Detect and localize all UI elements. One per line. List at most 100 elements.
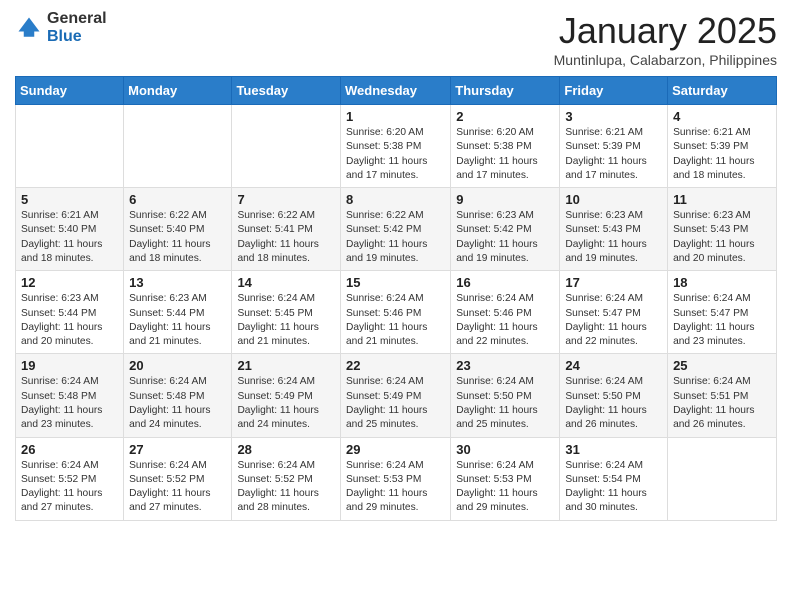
day-info: Sunrise: 6:24 AMSunset: 5:49 PMDaylight:…: [346, 376, 427, 430]
calendar-week-1: 1 Sunrise: 6:20 AMSunset: 5:38 PMDayligh…: [16, 105, 777, 188]
table-cell: 5 Sunrise: 6:21 AMSunset: 5:40 PMDayligh…: [16, 188, 124, 271]
day-info: Sunrise: 6:24 AMSunset: 5:47 PMDaylight:…: [673, 293, 754, 347]
logo-blue-text: Blue: [47, 28, 107, 46]
table-cell: 25 Sunrise: 6:24 AMSunset: 5:51 PMDaylig…: [668, 354, 777, 437]
day-info: Sunrise: 6:23 AMSunset: 5:44 PMDaylight:…: [129, 293, 210, 347]
calendar-header-row: Sunday Monday Tuesday Wednesday Thursday…: [16, 77, 777, 105]
day-info: Sunrise: 6:22 AMSunset: 5:41 PMDaylight:…: [237, 210, 318, 264]
logo-text: General Blue: [47, 10, 107, 45]
day-info: Sunrise: 6:24 AMSunset: 5:52 PMDaylight:…: [129, 460, 210, 514]
day-number: 24: [565, 358, 662, 373]
table-cell: 6 Sunrise: 6:22 AMSunset: 5:40 PMDayligh…: [124, 188, 232, 271]
title-area: January 2025 Muntinlupa, Calabarzon, Phi…: [554, 10, 777, 68]
day-number: 1: [346, 109, 445, 124]
day-info: Sunrise: 6:24 AMSunset: 5:50 PMDaylight:…: [456, 376, 537, 430]
day-number: 28: [237, 442, 335, 457]
col-monday: Monday: [124, 77, 232, 105]
day-number: 14: [237, 275, 335, 290]
day-number: 9: [456, 192, 554, 207]
table-cell: 21 Sunrise: 6:24 AMSunset: 5:49 PMDaylig…: [232, 354, 341, 437]
col-saturday: Saturday: [668, 77, 777, 105]
day-info: Sunrise: 6:24 AMSunset: 5:52 PMDaylight:…: [237, 460, 318, 514]
day-number: 25: [673, 358, 771, 373]
table-cell: 19 Sunrise: 6:24 AMSunset: 5:48 PMDaylig…: [16, 354, 124, 437]
day-info: Sunrise: 6:20 AMSunset: 5:38 PMDaylight:…: [456, 127, 537, 181]
table-cell: 30 Sunrise: 6:24 AMSunset: 5:53 PMDaylig…: [451, 437, 560, 520]
day-number: 15: [346, 275, 445, 290]
day-number: 17: [565, 275, 662, 290]
table-cell: 27 Sunrise: 6:24 AMSunset: 5:52 PMDaylig…: [124, 437, 232, 520]
day-info: Sunrise: 6:20 AMSunset: 5:38 PMDaylight:…: [346, 127, 427, 181]
day-info: Sunrise: 6:24 AMSunset: 5:48 PMDaylight:…: [21, 376, 102, 430]
day-number: 27: [129, 442, 226, 457]
month-title: January 2025: [554, 10, 777, 52]
table-cell: 31 Sunrise: 6:24 AMSunset: 5:54 PMDaylig…: [560, 437, 668, 520]
page: General Blue January 2025 Muntinlupa, Ca…: [0, 0, 792, 536]
table-cell: 24 Sunrise: 6:24 AMSunset: 5:50 PMDaylig…: [560, 354, 668, 437]
table-cell: [668, 437, 777, 520]
table-cell: 8 Sunrise: 6:22 AMSunset: 5:42 PMDayligh…: [341, 188, 451, 271]
day-info: Sunrise: 6:24 AMSunset: 5:49 PMDaylight:…: [237, 376, 318, 430]
table-cell: 29 Sunrise: 6:24 AMSunset: 5:53 PMDaylig…: [341, 437, 451, 520]
day-info: Sunrise: 6:24 AMSunset: 5:46 PMDaylight:…: [456, 293, 537, 347]
col-wednesday: Wednesday: [341, 77, 451, 105]
table-cell: 18 Sunrise: 6:24 AMSunset: 5:47 PMDaylig…: [668, 271, 777, 354]
day-number: 8: [346, 192, 445, 207]
day-number: 5: [21, 192, 118, 207]
day-info: Sunrise: 6:22 AMSunset: 5:40 PMDaylight:…: [129, 210, 210, 264]
table-cell: [232, 105, 341, 188]
table-cell: 10 Sunrise: 6:23 AMSunset: 5:43 PMDaylig…: [560, 188, 668, 271]
day-number: 31: [565, 442, 662, 457]
day-number: 13: [129, 275, 226, 290]
day-number: 6: [129, 192, 226, 207]
table-cell: 2 Sunrise: 6:20 AMSunset: 5:38 PMDayligh…: [451, 105, 560, 188]
day-number: 18: [673, 275, 771, 290]
day-number: 19: [21, 358, 118, 373]
table-cell: 16 Sunrise: 6:24 AMSunset: 5:46 PMDaylig…: [451, 271, 560, 354]
calendar-week-3: 12 Sunrise: 6:23 AMSunset: 5:44 PMDaylig…: [16, 271, 777, 354]
day-info: Sunrise: 6:24 AMSunset: 5:54 PMDaylight:…: [565, 460, 646, 514]
day-info: Sunrise: 6:22 AMSunset: 5:42 PMDaylight:…: [346, 210, 427, 264]
day-info: Sunrise: 6:24 AMSunset: 5:47 PMDaylight:…: [565, 293, 646, 347]
day-info: Sunrise: 6:24 AMSunset: 5:53 PMDaylight:…: [456, 460, 537, 514]
table-cell: 3 Sunrise: 6:21 AMSunset: 5:39 PMDayligh…: [560, 105, 668, 188]
table-cell: 22 Sunrise: 6:24 AMSunset: 5:49 PMDaylig…: [341, 354, 451, 437]
table-cell: [16, 105, 124, 188]
day-info: Sunrise: 6:24 AMSunset: 5:46 PMDaylight:…: [346, 293, 427, 347]
day-info: Sunrise: 6:24 AMSunset: 5:51 PMDaylight:…: [673, 376, 754, 430]
day-info: Sunrise: 6:21 AMSunset: 5:39 PMDaylight:…: [673, 127, 754, 181]
day-number: 11: [673, 192, 771, 207]
day-number: 3: [565, 109, 662, 124]
table-cell: 13 Sunrise: 6:23 AMSunset: 5:44 PMDaylig…: [124, 271, 232, 354]
day-info: Sunrise: 6:24 AMSunset: 5:53 PMDaylight:…: [346, 460, 427, 514]
day-number: 20: [129, 358, 226, 373]
day-info: Sunrise: 6:23 AMSunset: 5:42 PMDaylight:…: [456, 210, 537, 264]
day-info: Sunrise: 6:23 AMSunset: 5:43 PMDaylight:…: [673, 210, 754, 264]
logo: General Blue: [15, 10, 107, 45]
subtitle: Muntinlupa, Calabarzon, Philippines: [554, 52, 777, 68]
day-number: 2: [456, 109, 554, 124]
col-friday: Friday: [560, 77, 668, 105]
day-info: Sunrise: 6:24 AMSunset: 5:50 PMDaylight:…: [565, 376, 646, 430]
table-cell: 1 Sunrise: 6:20 AMSunset: 5:38 PMDayligh…: [341, 105, 451, 188]
day-number: 16: [456, 275, 554, 290]
logo-icon: [15, 14, 43, 42]
day-info: Sunrise: 6:23 AMSunset: 5:44 PMDaylight:…: [21, 293, 102, 347]
table-cell: [124, 105, 232, 188]
table-cell: 26 Sunrise: 6:24 AMSunset: 5:52 PMDaylig…: [16, 437, 124, 520]
day-info: Sunrise: 6:21 AMSunset: 5:39 PMDaylight:…: [565, 127, 646, 181]
calendar-week-5: 26 Sunrise: 6:24 AMSunset: 5:52 PMDaylig…: [16, 437, 777, 520]
day-info: Sunrise: 6:21 AMSunset: 5:40 PMDaylight:…: [21, 210, 102, 264]
calendar-table: Sunday Monday Tuesday Wednesday Thursday…: [15, 76, 777, 521]
table-cell: 23 Sunrise: 6:24 AMSunset: 5:50 PMDaylig…: [451, 354, 560, 437]
col-thursday: Thursday: [451, 77, 560, 105]
calendar-week-2: 5 Sunrise: 6:21 AMSunset: 5:40 PMDayligh…: [16, 188, 777, 271]
day-number: 23: [456, 358, 554, 373]
day-info: Sunrise: 6:24 AMSunset: 5:45 PMDaylight:…: [237, 293, 318, 347]
day-number: 21: [237, 358, 335, 373]
col-sunday: Sunday: [16, 77, 124, 105]
day-number: 10: [565, 192, 662, 207]
day-info: Sunrise: 6:23 AMSunset: 5:43 PMDaylight:…: [565, 210, 646, 264]
day-number: 30: [456, 442, 554, 457]
table-cell: 20 Sunrise: 6:24 AMSunset: 5:48 PMDaylig…: [124, 354, 232, 437]
